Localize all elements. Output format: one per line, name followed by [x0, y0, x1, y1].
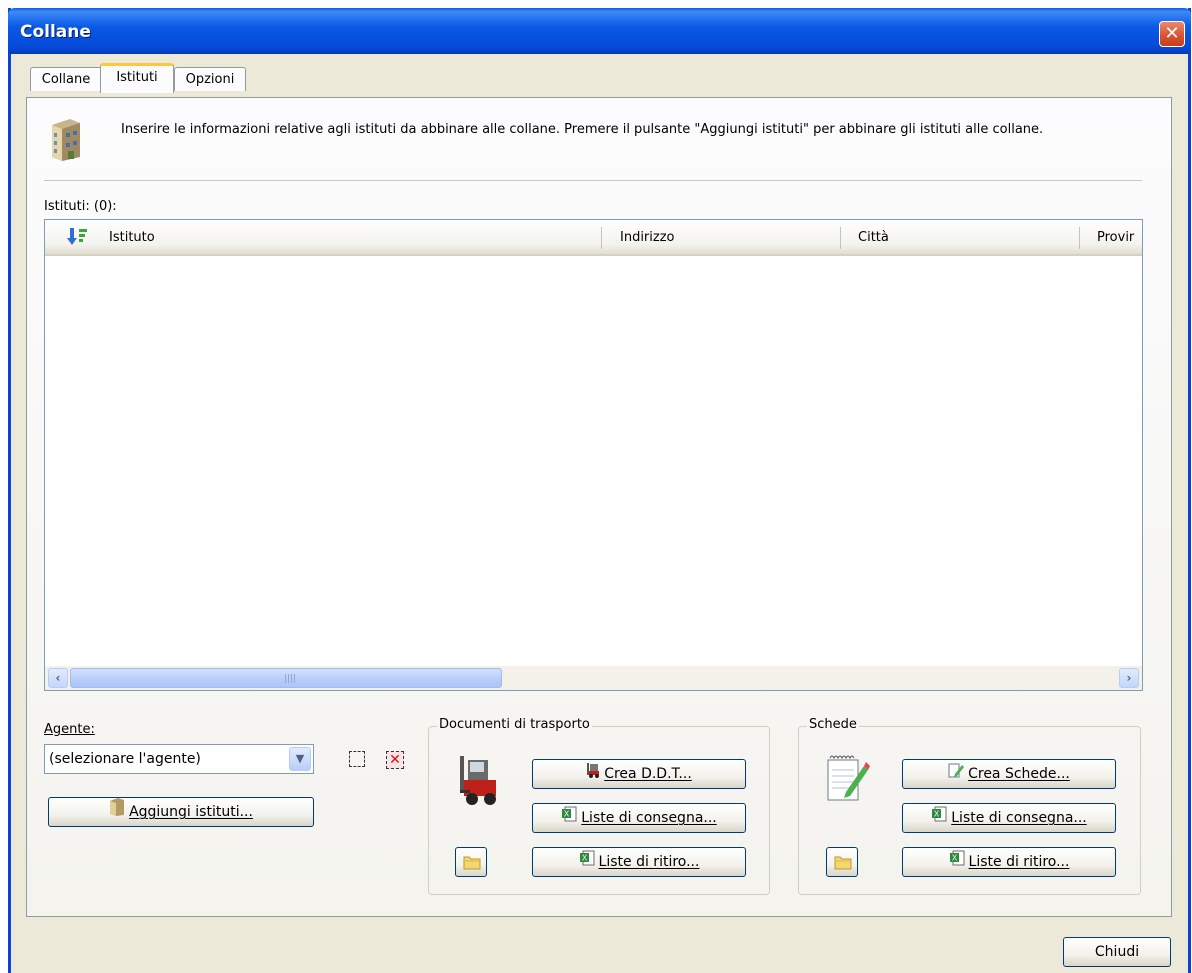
excel-icon: X: [949, 848, 965, 876]
crea-ddt-label: Crea D.D.T...: [604, 766, 692, 782]
svg-text:X: X: [581, 854, 587, 863]
notepad-icon: [824, 754, 870, 808]
separator: [44, 180, 1142, 181]
column-provincia[interactable]: Provir: [1097, 230, 1134, 245]
agente-label: Agente:: [44, 722, 95, 737]
column-divider[interactable]: [1079, 227, 1080, 249]
chiudi-button[interactable]: Chiudi: [1063, 937, 1171, 967]
aggiungi-istituti-label: Aggiungi istituti...: [129, 804, 253, 820]
folder-icon: [463, 856, 481, 870]
scroll-right-icon[interactable]: ›: [1119, 668, 1139, 688]
scrollbar-thumb[interactable]: [70, 668, 502, 688]
ddt-folder-button[interactable]: [455, 847, 487, 877]
scroll-left-icon[interactable]: ‹: [48, 668, 68, 688]
schede-liste-ritiro-button[interactable]: X Liste di ritiro...: [902, 847, 1116, 877]
close-window-button[interactable]: ✕: [1159, 21, 1185, 47]
schede-folder-button[interactable]: [826, 847, 858, 877]
column-divider[interactable]: [840, 227, 841, 249]
svg-text:X: X: [934, 810, 940, 819]
excel-icon: X: [579, 848, 595, 876]
forklift-icon: [586, 760, 600, 788]
column-istituto[interactable]: Istituto: [109, 230, 155, 245]
select-all-icon[interactable]: [349, 751, 365, 767]
schede-liste-consegna-label: Liste di consegna...: [951, 810, 1087, 826]
istituti-listview[interactable]: Istituto Indirizzo Città Provir ‹ ›: [44, 219, 1143, 691]
tab-istituti[interactable]: Istituti: [100, 63, 174, 93]
window-title: Collane: [20, 22, 91, 42]
agente-select-value: (selezionare l'agente): [49, 751, 201, 767]
info-description: Inserire le informazioni relative agli i…: [121, 122, 1044, 137]
column-citta[interactable]: Città: [858, 230, 889, 245]
column-divider[interactable]: [601, 227, 602, 249]
clear-agente-icon[interactable]: ✕: [386, 751, 404, 769]
istituti-list-label: Istituti: (0):: [44, 199, 117, 214]
schede-liste-ritiro-label: Liste di ritiro...: [968, 854, 1070, 870]
title-bar[interactable]: Collane ✕: [8, 8, 1191, 54]
crea-schede-label: Crea Schede...: [968, 766, 1070, 782]
svg-text:X: X: [951, 854, 957, 863]
ddt-liste-consegna-label: Liste di consegna...: [581, 810, 717, 826]
crea-ddt-button[interactable]: Crea D.D.T...: [532, 759, 746, 789]
agente-select[interactable]: (selezionare l'agente) ▼: [44, 744, 314, 774]
ddt-liste-ritiro-label: Liste di ritiro...: [598, 854, 700, 870]
sort-icon[interactable]: [67, 227, 89, 247]
ddt-group-title: Documenti di trasporto: [437, 717, 592, 732]
list-header: Istituto Indirizzo Città Provir: [45, 220, 1142, 256]
excel-icon: X: [931, 804, 947, 832]
aggiungi-istituti-button[interactable]: Aggiungi istituti...: [48, 797, 314, 827]
chevron-down-icon[interactable]: ▼: [289, 747, 311, 771]
notepad-icon: [948, 760, 965, 788]
column-indirizzo[interactable]: Indirizzo: [620, 230, 675, 245]
schede-group-title: Schede: [807, 717, 859, 732]
excel-icon: X: [561, 804, 577, 832]
svg-text:X: X: [564, 810, 570, 819]
horizontal-scrollbar[interactable]: ‹ ›: [45, 666, 1142, 690]
ddt-liste-ritiro-button[interactable]: X Liste di ritiro...: [532, 847, 746, 877]
forklift-icon: [458, 754, 498, 810]
tab-collane[interactable]: Collane: [30, 67, 102, 91]
tab-opzioni[interactable]: Opzioni: [174, 67, 246, 91]
folder-icon: [834, 856, 852, 870]
crea-schede-button[interactable]: Crea Schede...: [902, 759, 1116, 789]
building-icon: [109, 798, 125, 826]
schede-liste-consegna-button[interactable]: X Liste di consegna...: [902, 803, 1116, 833]
grip-icon: [285, 674, 295, 683]
ddt-liste-consegna-button[interactable]: X Liste di consegna...: [532, 803, 746, 833]
building-icon: [50, 117, 82, 161]
